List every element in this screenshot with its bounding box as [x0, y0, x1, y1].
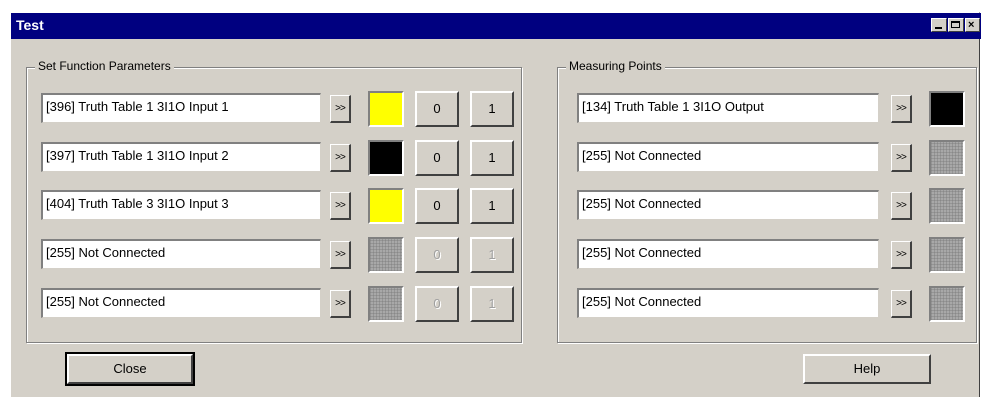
select-measuring-point-button[interactable]: >> — [891, 144, 912, 172]
select-measuring-point-button[interactable]: >> — [891, 95, 912, 123]
measuring-points-legend: Measuring Points — [566, 59, 665, 73]
set-one-button: 1 — [470, 286, 514, 322]
set-zero-button[interactable]: 0 — [415, 91, 459, 127]
measuring-state-indicator — [929, 237, 965, 273]
set-zero-button[interactable]: 0 — [415, 140, 459, 176]
select-parameter-button[interactable]: >> — [330, 241, 351, 269]
measuring-state-indicator — [929, 91, 965, 127]
minimize-icon[interactable] — [931, 18, 947, 32]
set-zero-button[interactable]: 0 — [415, 188, 459, 224]
set-function-field[interactable]: [396] Truth Table 1 3I1O Input 1 — [41, 93, 321, 123]
set-one-button[interactable]: 1 — [470, 188, 514, 224]
measuring-point-field[interactable]: [134] Truth Table 1 3I1O Output — [577, 93, 879, 123]
state-indicator — [368, 237, 404, 273]
measuring-point-field[interactable]: [255] Not Connected — [577, 239, 879, 269]
maximize-icon[interactable] — [948, 18, 964, 32]
measuring-point-field[interactable]: [255] Not Connected — [577, 142, 879, 172]
title-bar[interactable]: Test × — [11, 13, 981, 39]
set-function-parameters-legend: Set Function Parameters — [35, 59, 174, 73]
set-one-button[interactable]: 1 — [470, 91, 514, 127]
test-window: Test × Set Function Parameters [396] Tru… — [10, 12, 981, 397]
measuring-point-field[interactable]: [255] Not Connected — [577, 288, 879, 318]
select-parameter-button[interactable]: >> — [330, 290, 351, 318]
measuring-state-indicator — [929, 188, 965, 224]
select-parameter-button[interactable]: >> — [330, 144, 351, 172]
help-button[interactable]: Help — [803, 354, 931, 384]
set-function-field[interactable]: [397] Truth Table 1 3I1O Input 2 — [41, 142, 321, 172]
window-title: Test — [16, 17, 44, 33]
select-measuring-point-button[interactable]: >> — [891, 192, 912, 220]
set-function-field[interactable]: [255] Not Connected — [41, 239, 321, 269]
set-zero-button: 0 — [415, 237, 459, 273]
set-function-field[interactable]: [255] Not Connected — [41, 288, 321, 318]
set-zero-button: 0 — [415, 286, 459, 322]
state-indicator — [368, 286, 404, 322]
state-indicator — [368, 188, 404, 224]
select-parameter-button[interactable]: >> — [330, 95, 351, 123]
set-one-button[interactable]: 1 — [470, 140, 514, 176]
measuring-point-field[interactable]: [255] Not Connected — [577, 190, 879, 220]
state-indicator — [368, 91, 404, 127]
select-parameter-button[interactable]: >> — [330, 192, 351, 220]
set-function-field[interactable]: [404] Truth Table 3 3I1O Input 3 — [41, 190, 321, 220]
close-button[interactable]: Close — [65, 352, 195, 386]
set-one-button: 1 — [470, 237, 514, 273]
state-indicator — [368, 140, 404, 176]
close-icon[interactable]: × — [965, 18, 980, 32]
select-measuring-point-button[interactable]: >> — [891, 241, 912, 269]
select-measuring-point-button[interactable]: >> — [891, 290, 912, 318]
measuring-state-indicator — [929, 286, 965, 322]
measuring-state-indicator — [929, 140, 965, 176]
